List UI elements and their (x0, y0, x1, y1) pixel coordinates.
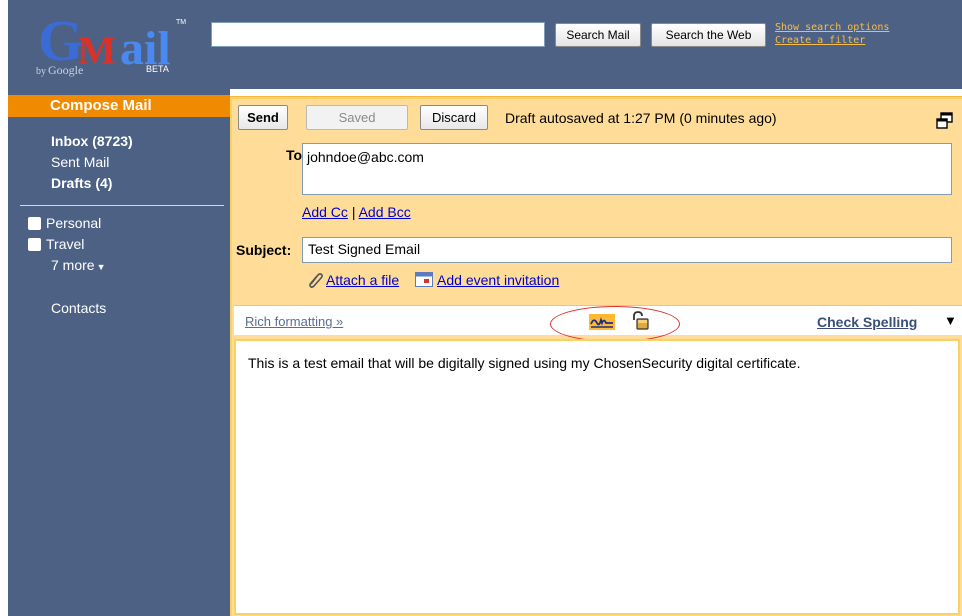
digital-signature-icon[interactable] (589, 314, 615, 330)
sidebar-label-personal[interactable]: Personal (28, 215, 101, 231)
spelling-dropdown-icon[interactable]: ▼ (944, 313, 957, 328)
sidebar-label-travel[interactable]: Travel (28, 236, 84, 252)
chevron-down-icon: ▼ (96, 262, 106, 272)
message-body[interactable]: This is a test email that will be digita… (234, 339, 960, 615)
saved-button[interactable]: Saved (306, 105, 408, 130)
attach-row: Attach a file Add event invitation (307, 272, 559, 288)
sidebar-item-drafts[interactable]: Drafts (4) (51, 175, 112, 191)
format-toolbar: Rich formatting » Check Spelling ▼ (234, 305, 962, 342)
compose-panel: Send Saved Discard Draft autosaved at 1:… (230, 96, 962, 616)
search-mail-button[interactable]: Search Mail (555, 23, 641, 47)
show-search-options-link[interactable]: Show search options (775, 22, 889, 33)
add-event-invitation-link[interactable]: Add event invitation (437, 272, 559, 288)
calendar-icon (415, 272, 434, 287)
sidebar: Compose Mail Inbox (8723) Sent Mail Draf… (8, 89, 230, 616)
sidebar-item-sent[interactable]: Sent Mail (51, 154, 109, 170)
discard-button[interactable]: Discard (420, 105, 488, 130)
check-spelling-link[interactable]: Check Spelling (817, 314, 917, 330)
to-field[interactable]: johndoe@abc.com (302, 143, 952, 195)
attach-file-link[interactable]: Attach a file (326, 272, 399, 288)
svg-text:by: by (36, 66, 46, 77)
subject-label: Subject: (236, 242, 292, 258)
subject-field[interactable]: Test Signed Email (302, 237, 952, 263)
top-header: G M ail TM by Google BETA Search Mail Se… (0, 0, 962, 89)
autosave-status: Draft autosaved at 1:27 PM (0 minutes ag… (505, 110, 777, 126)
compose-mail-button[interactable]: Compose Mail (8, 95, 230, 117)
svg-text:Google: Google (48, 63, 83, 77)
paperclip-icon (309, 273, 323, 288)
label-name: Travel (46, 236, 85, 252)
highlight-ellipse (550, 306, 680, 342)
sidebar-item-contacts[interactable]: Contacts (51, 300, 106, 316)
label-color-swatch (28, 217, 41, 230)
add-cc-link[interactable]: Add Cc (302, 204, 348, 220)
send-button[interactable]: Send (238, 105, 288, 130)
search-input[interactable] (211, 22, 545, 47)
cc-bcc-separator: | (351, 204, 356, 220)
label-name: Personal (46, 215, 102, 231)
svg-text:BETA: BETA (146, 64, 169, 74)
cc-bcc-row: Add Cc | Add Bcc (302, 204, 411, 220)
search-web-button[interactable]: Search the Web (651, 23, 766, 47)
sidebar-divider (20, 205, 224, 206)
popout-window-icon[interactable] (936, 112, 954, 130)
unlocked-padlock-icon[interactable] (630, 311, 650, 331)
gmail-logo[interactable]: G M ail TM by Google BETA (36, 12, 196, 78)
create-filter-link[interactable]: Create a filter (775, 35, 865, 46)
svg-text:TM: TM (176, 19, 186, 26)
sidebar-item-inbox[interactable]: Inbox (8723) (51, 133, 133, 149)
add-bcc-link[interactable]: Add Bcc (359, 204, 411, 220)
compose-panel-inner: Send Saved Discard Draft autosaved at 1:… (232, 99, 962, 616)
rich-formatting-link[interactable]: Rich formatting » (245, 314, 343, 329)
svg-text:M: M (78, 28, 116, 73)
more-labels-text: 7 more (51, 257, 95, 273)
sidebar-more-labels[interactable]: 7 more ▼ (51, 257, 106, 273)
label-color-swatch (28, 238, 41, 251)
